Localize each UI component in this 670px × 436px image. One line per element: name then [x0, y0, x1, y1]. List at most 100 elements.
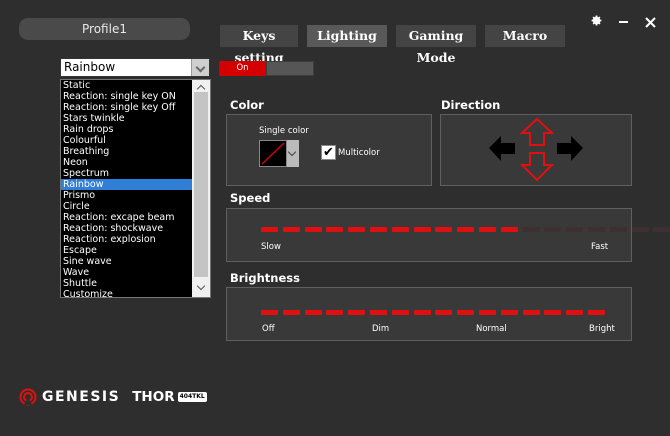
arrow-left-icon[interactable]	[488, 135, 516, 162]
brightness-title: Brightness	[230, 271, 300, 285]
list-item[interactable]: Reaction: excape beam	[61, 212, 192, 223]
brand-name: GENESIS	[42, 389, 121, 405]
list-item[interactable]: Reaction: explosion	[61, 234, 192, 245]
brightness-segment[interactable]	[522, 310, 540, 315]
brightness-segment[interactable]	[282, 310, 300, 315]
list-item[interactable]: Static	[61, 80, 192, 91]
brightness-segment[interactable]	[587, 310, 605, 315]
tab-gaming-mode[interactable]: Gaming Mode	[396, 25, 476, 65]
effect-dropdown[interactable]: Rainbow	[60, 58, 210, 77]
effect-list[interactable]: Static Reaction: single key ON Reaction: s…	[60, 79, 211, 298]
speed-segment[interactable]	[413, 227, 431, 232]
list-item[interactable]: Reaction: shockwave	[61, 223, 192, 234]
brightness-segment[interactable]	[369, 310, 387, 315]
list-item[interactable]: Rain drops	[61, 124, 192, 135]
brightness-bright-label: Bright	[589, 324, 615, 334]
list-item[interactable]: Breathing	[61, 146, 192, 157]
speed-title: Speed	[230, 191, 271, 205]
speed-segment[interactable]	[304, 227, 322, 232]
list-item[interactable]: Reaction: single key ON	[61, 91, 192, 102]
brightness-segment[interactable]	[457, 310, 475, 315]
toggle-off-segment[interactable]	[266, 61, 314, 76]
toggle-on-label[interactable]: On	[219, 61, 266, 76]
list-item[interactable]: Shuttle	[61, 278, 192, 289]
model-badge: 404TKL	[177, 392, 207, 402]
tab-lighting[interactable]: Lighting	[307, 25, 387, 47]
arrow-down-icon[interactable]	[520, 151, 554, 182]
speed-slider[interactable]	[261, 227, 670, 232]
scrollbar-thumb[interactable]	[194, 92, 208, 277]
list-item[interactable]: Rainbow	[61, 179, 192, 190]
brightness-segment[interactable]	[478, 310, 496, 315]
brightness-dim-label: Dim	[372, 324, 390, 334]
brightness-segment[interactable]	[304, 310, 322, 315]
brightness-normal-label: Normal	[476, 324, 507, 334]
list-item[interactable]: Escape	[61, 245, 192, 256]
speed-segment[interactable]	[391, 227, 409, 232]
brightness-segment[interactable]	[544, 310, 562, 315]
speed-panel[interactable]: Slow Fast	[226, 208, 670, 262]
speed-segment[interactable]	[348, 227, 366, 232]
speed-segment[interactable]	[261, 227, 278, 232]
speed-segment[interactable]	[631, 227, 649, 232]
list-item[interactable]: Reaction: single key Off	[61, 102, 192, 113]
arrow-right-icon[interactable]	[556, 135, 584, 162]
multicolor-checkbox[interactable]: ✔	[321, 145, 336, 160]
gear-icon[interactable]	[590, 14, 603, 30]
brightness-segment[interactable]	[566, 310, 584, 315]
chevron-down-icon[interactable]	[191, 59, 209, 76]
speed-segment[interactable]	[369, 227, 387, 232]
brightness-off-label: Off	[262, 324, 275, 334]
scroll-down-icon[interactable]	[196, 283, 206, 293]
brightness-segment[interactable]	[261, 310, 278, 315]
color-title: Color	[230, 98, 264, 112]
brightness-segment[interactable]	[391, 310, 409, 315]
minimize-icon[interactable]	[619, 12, 629, 29]
speed-segment[interactable]	[500, 227, 518, 232]
effect-dropdown-value: Rainbow	[64, 60, 116, 74]
profile-button[interactable]: Profile1	[19, 18, 190, 40]
effect-options: Static Reaction: single key ON Reaction: s…	[61, 80, 192, 297]
list-item[interactable]: Neon	[61, 157, 192, 168]
list-item[interactable]: Wave	[61, 267, 192, 278]
speed-segment[interactable]	[457, 227, 475, 232]
brightness-slider[interactable]	[261, 310, 610, 315]
brightness-segment[interactable]	[435, 310, 453, 315]
tab-keys-setting[interactable]: Keys setting	[220, 25, 298, 65]
close-icon[interactable]	[645, 15, 656, 31]
brightness-segment[interactable]	[326, 310, 344, 315]
speed-min-label: Slow	[261, 242, 281, 252]
speed-segment[interactable]	[282, 227, 300, 232]
list-item[interactable]: Circle	[61, 201, 192, 212]
direction-title: Direction	[441, 98, 501, 112]
lighting-toggle[interactable]: On	[219, 61, 314, 76]
brightness-segment[interactable]	[500, 310, 518, 315]
speed-segment[interactable]	[544, 227, 562, 232]
tab-macro[interactable]: Macro	[485, 25, 565, 47]
genesis-logo-icon	[19, 388, 37, 406]
effect-list-scrollbar[interactable]	[192, 80, 210, 297]
speed-segment[interactable]	[478, 227, 496, 232]
list-item[interactable]: Colourful	[61, 135, 192, 146]
list-item[interactable]: Stars twinkle	[61, 113, 192, 124]
brightness-segment[interactable]	[348, 310, 366, 315]
speed-segment[interactable]	[653, 227, 670, 232]
arrow-up-icon[interactable]	[520, 117, 554, 147]
speed-segment[interactable]	[326, 227, 344, 232]
speed-segment[interactable]	[435, 227, 453, 232]
color-swatch[interactable]	[259, 140, 287, 167]
brightness-panel[interactable]: Off Dim Normal Bright	[226, 287, 632, 341]
color-dropdown-chevron-icon[interactable]	[287, 140, 299, 167]
speed-segment[interactable]	[522, 227, 540, 232]
speed-segment[interactable]	[566, 227, 584, 232]
list-item[interactable]: Prismo	[61, 190, 192, 201]
list-item[interactable]: Sine wave	[61, 256, 192, 267]
list-item[interactable]: Customize	[61, 289, 192, 297]
speed-segment[interactable]	[609, 227, 627, 232]
list-item[interactable]: Spectrum	[61, 168, 192, 179]
speed-segment[interactable]	[587, 227, 605, 232]
main-tabs: Keys setting Lighting Gaming Mode Macro	[220, 25, 574, 65]
brightness-segment[interactable]	[413, 310, 431, 315]
model-name: THOR	[132, 389, 175, 405]
scroll-up-icon[interactable]	[196, 82, 206, 92]
